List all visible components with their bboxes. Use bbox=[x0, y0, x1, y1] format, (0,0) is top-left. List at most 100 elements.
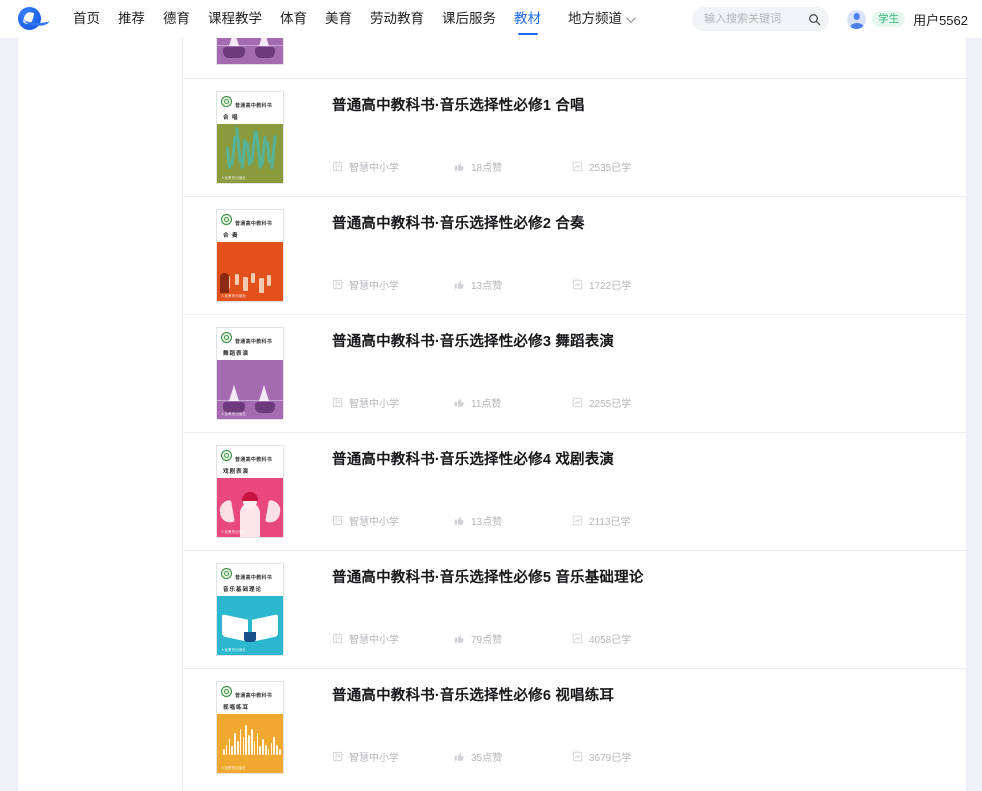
meta-study-count: 4058已学 bbox=[572, 631, 631, 646]
cover-line1: 普通高中教科书 bbox=[235, 102, 272, 109]
book-title[interactable]: 普通高中教科书·音乐选择性必修6 视唱练耳 bbox=[332, 686, 952, 706]
textbook-list-item[interactable]: 普通高中教科书戏剧表演人民教育出版社 普通高中教科书·音乐选择性必修4 戏剧表演智… bbox=[183, 432, 966, 550]
cover-line4: 合 奏 bbox=[223, 231, 239, 239]
book-meta-row: 智慧中小学 18点赞 2535已学 bbox=[332, 159, 631, 174]
cover-publisher-footer: 人民教育出版社 bbox=[221, 765, 246, 770]
textbook-info: 普通高中教科书·音乐选择性必修5 音乐基础理论智慧中小学79点赞4058已学 bbox=[332, 563, 952, 656]
nav-item-9[interactable]: 地方频道 bbox=[550, 0, 642, 38]
cover-header: 普通高中教科书音乐基础理论 bbox=[217, 564, 283, 596]
smart-education-logo[interactable] bbox=[16, 7, 50, 31]
textbook-list-item[interactable]: 普通高中教科书音乐基础理论人民教育出版社 普通高中教科书·音乐选择性必修5 音乐基… bbox=[183, 550, 966, 668]
nav-item-0[interactable]: 首页 bbox=[64, 0, 109, 38]
like-count: 18点赞 bbox=[471, 159, 502, 174]
publisher-name: 智慧中小学 bbox=[349, 631, 399, 646]
nav-item-label: 德育 bbox=[163, 11, 190, 26]
nav-item-6[interactable]: 劳动教育 bbox=[361, 0, 433, 38]
study-count: 2535已学 bbox=[589, 159, 631, 174]
publisher-seal-icon bbox=[221, 568, 232, 579]
nav-item-8[interactable]: 教材 bbox=[505, 0, 550, 38]
like-count: 35点赞 bbox=[471, 749, 502, 764]
nav-item-7[interactable]: 课后服务 bbox=[433, 0, 505, 38]
book-cover[interactable]: 普通高中教科书戏剧表演人民教育出版社 bbox=[216, 445, 284, 538]
textbook-info: 普通高中教科书·音乐选择性必修3 舞蹈表演智慧中小学11点赞2255已学 bbox=[332, 327, 952, 420]
book-meta-row: 智慧中小学35点赞3679已学 bbox=[332, 749, 631, 764]
textbook-info: 普通高中教科书·音乐选择性必修6 视唱练耳智慧中小学35点赞3679已学 bbox=[332, 681, 952, 774]
avatar-head bbox=[853, 13, 860, 20]
nav-item-label: 教材 bbox=[514, 11, 541, 26]
book-cover[interactable]: 普通高中教科书合 唱人民教育出版社 bbox=[216, 91, 284, 184]
user-name[interactable]: 用户5562 bbox=[913, 10, 968, 29]
meta-publisher-name: 智慧中小学 bbox=[332, 513, 454, 528]
like-count: 13点赞 bbox=[471, 277, 502, 292]
book-title[interactable]: 普通高中教科书·音乐选择性必修2 合奏 bbox=[332, 214, 952, 234]
cover-header: 普通高中教科书戏剧表演 bbox=[217, 446, 283, 478]
book-icon bbox=[332, 279, 343, 290]
publisher-name: 智慧中小学 bbox=[349, 395, 399, 410]
nav-item-1[interactable]: 推荐 bbox=[109, 0, 154, 38]
cover-line1: 普通高中教科书 bbox=[235, 574, 272, 581]
category-sidebar[interactable] bbox=[18, 38, 183, 791]
study-icon bbox=[572, 633, 583, 644]
nav-item-label: 体育 bbox=[280, 11, 307, 26]
book-cover[interactable]: 普通高中教科书舞蹈表演人民教育出版社 bbox=[216, 327, 284, 420]
thumbs-up-icon bbox=[454, 751, 465, 762]
publisher-seal-icon bbox=[221, 332, 232, 343]
thumbs-up-icon bbox=[454, 397, 465, 408]
thumbs-up-icon bbox=[454, 279, 465, 290]
chevron-down-icon bbox=[626, 13, 636, 23]
book-cover[interactable]: 普通高中教科书音乐基础理论人民教育出版社 bbox=[216, 563, 284, 656]
book-cover[interactable]: 普通高中教科书合 奏人民教育出版社 bbox=[216, 209, 284, 302]
textbook-list-item[interactable]: 普通高中教科书合 奏人民教育出版社普通高中教科书·音乐选择性必修2 合奏智慧中小… bbox=[183, 196, 966, 314]
book-cover[interactable]: 普通高中教科书视唱练耳人民教育出版社 bbox=[216, 681, 284, 774]
publisher-seal-icon bbox=[221, 686, 232, 697]
textbook-list-item[interactable]: 普通高中教科书合 唱人民教育出版社 普通高中教科书·音乐选择性必修1 合唱智慧中小… bbox=[183, 78, 966, 196]
avatar-body bbox=[850, 23, 863, 29]
clipped-list-item[interactable] bbox=[183, 38, 966, 78]
publisher-seal-icon bbox=[221, 214, 232, 225]
search-box[interactable] bbox=[692, 7, 829, 31]
study-icon bbox=[572, 515, 583, 526]
page-body: 普通高中教科书合 唱人民教育出版社普通高中教科书·音乐选择性必修1 合唱智慧中小… bbox=[0, 38, 982, 791]
nav-item-4[interactable]: 体育 bbox=[271, 0, 316, 38]
study-count: 4058已学 bbox=[589, 631, 631, 646]
textbook-list: 普通高中教科书合 唱人民教育出版社普通高中教科书·音乐选择性必修1 合唱智慧中小… bbox=[183, 78, 966, 786]
book-title[interactable]: 普通高中教科书·音乐选择性必修3 舞蹈表演 bbox=[332, 332, 952, 352]
study-count: 2113已学 bbox=[589, 513, 631, 528]
book-title[interactable]: 普通高中教科书·音乐选择性必修4 戏剧表演 bbox=[332, 450, 952, 470]
book-title[interactable]: 普通高中教科书·音乐选择性必修1 合唱 bbox=[332, 96, 952, 116]
search-icon[interactable] bbox=[808, 13, 821, 26]
meta-like-count: 13点赞 bbox=[454, 513, 572, 528]
header-right: 学生 用户5562 bbox=[692, 7, 968, 31]
avatar[interactable] bbox=[847, 10, 866, 29]
study-icon bbox=[572, 279, 583, 290]
meta-publisher-name: 智慧中小学 bbox=[332, 159, 454, 174]
main-nav: 首页推荐 德育课程教学体育美育劳动教育课后服务教材地方频道 bbox=[64, 0, 642, 38]
nav-item-label: 推荐 bbox=[118, 11, 145, 26]
textbook-info: 普通高中教科书·音乐选择性必修2 合奏智慧中小学13点赞1722已学 bbox=[332, 209, 952, 302]
book-meta-row: 智慧中小学11点赞2255已学 bbox=[332, 395, 631, 410]
cover-artwork bbox=[217, 38, 283, 64]
meta-study-count: 3679已学 bbox=[572, 749, 631, 764]
study-count: 1722已学 bbox=[589, 277, 631, 292]
publisher-seal-icon bbox=[221, 450, 232, 461]
textbook-list-item[interactable]: 普通高中教科书视唱练耳人民教育出版社普通高中教科书·音乐选择性必修6 视唱练耳智… bbox=[183, 668, 966, 786]
publisher-name: 智慧中小学 bbox=[349, 159, 399, 174]
nav-item-3[interactable]: 课程教学 bbox=[199, 0, 271, 38]
cover-header: 普通高中教科书合 奏 bbox=[217, 210, 283, 242]
textbook-list-item[interactable]: 普通高中教科书舞蹈表演人民教育出版社 普通高中教科书·音乐选择性必修3 舞蹈表演智… bbox=[183, 314, 966, 432]
book-meta-row: 智慧中小学13点赞 2113已学 bbox=[332, 513, 631, 528]
thumbs-up-icon bbox=[454, 633, 465, 644]
nav-item-5[interactable]: 美育 bbox=[316, 0, 361, 38]
book-icon bbox=[332, 515, 343, 526]
book-title[interactable]: 普通高中教科书·音乐选择性必修5 音乐基础理论 bbox=[332, 568, 952, 588]
cover-publisher-footer: 人民教育出版社 bbox=[221, 175, 246, 180]
meta-publisher-name: 智慧中小学 bbox=[332, 395, 454, 410]
search-input[interactable] bbox=[704, 13, 806, 25]
nav-item-2[interactable]: 德育 bbox=[154, 0, 199, 38]
cover-line4: 合 唱 bbox=[223, 113, 239, 121]
cover-header: 普通高中教科书视唱练耳 bbox=[217, 682, 283, 714]
book-cover bbox=[216, 38, 284, 65]
cover-publisher-footer: 人民教育出版社 bbox=[221, 411, 246, 416]
meta-like-count: 11点赞 bbox=[454, 395, 572, 410]
thumbs-up-icon bbox=[454, 515, 465, 526]
